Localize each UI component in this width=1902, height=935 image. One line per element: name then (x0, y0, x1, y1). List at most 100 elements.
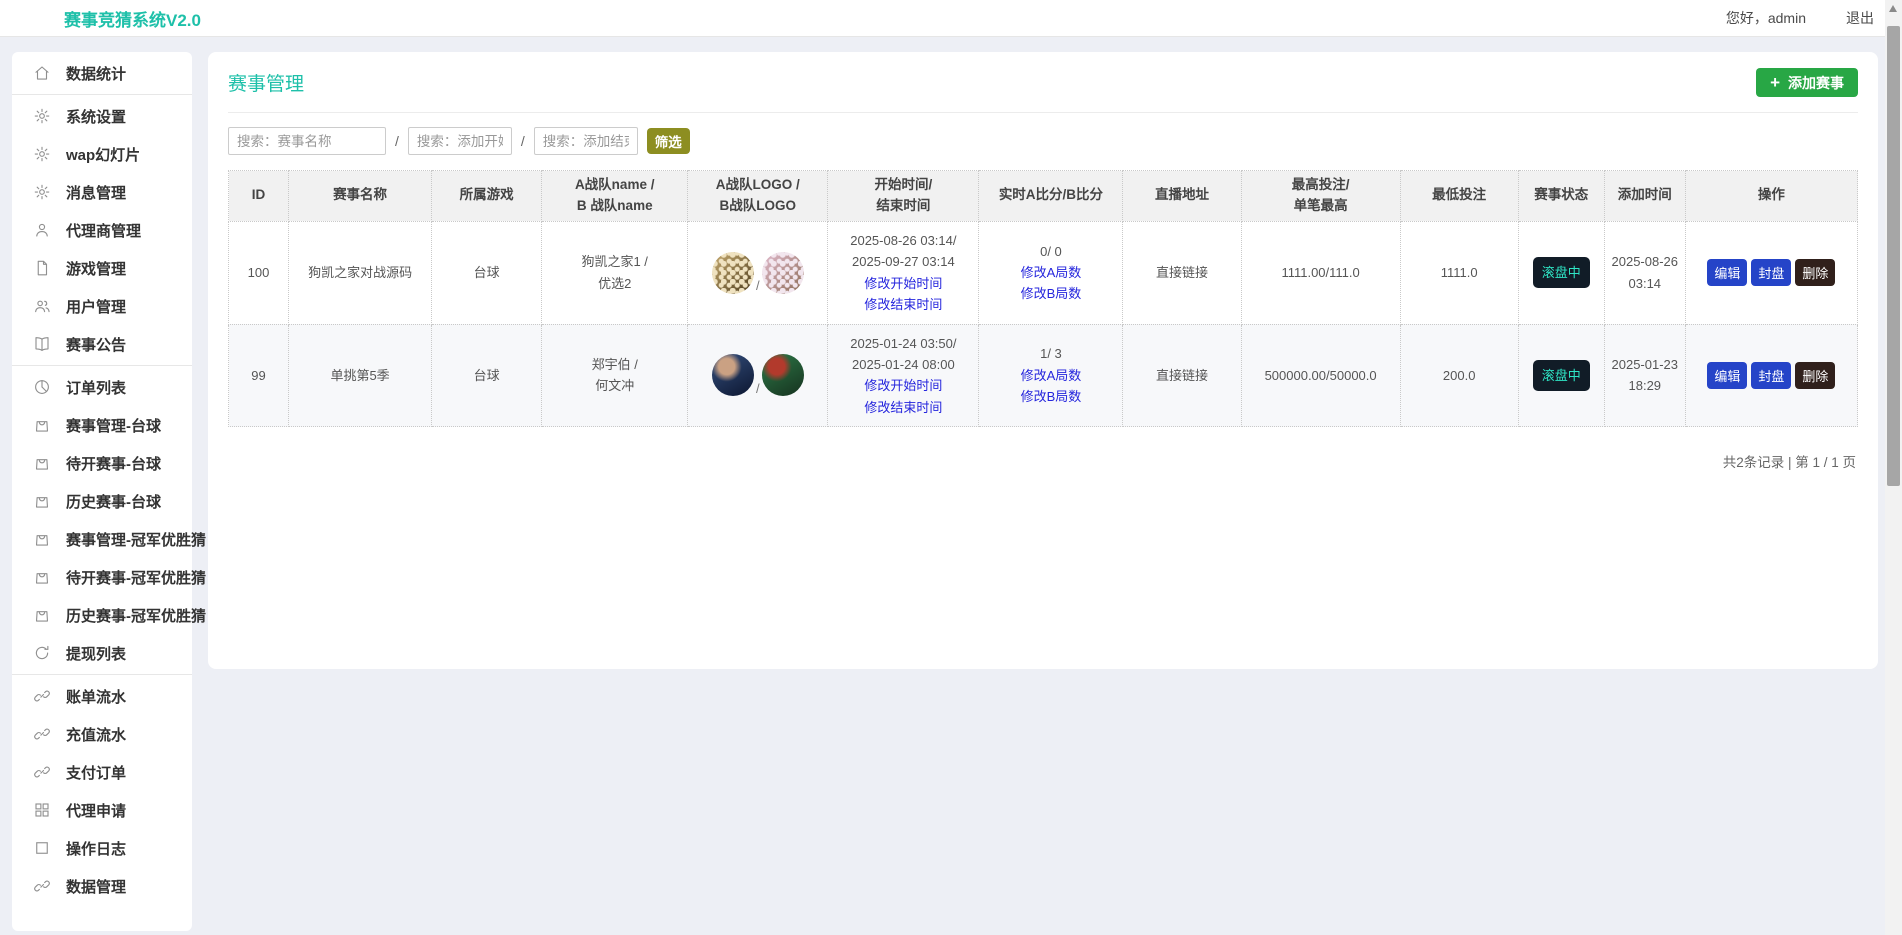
sidebar-item-2-6[interactable]: 历史赛事-冠军优胜猜 (12, 596, 192, 634)
sidebar-item-1-5[interactable]: 用户管理 (12, 287, 192, 325)
column-header: A战队LOGO /B战队LOGO (688, 171, 828, 222)
cell-match-name: 单挑第5季 (289, 324, 432, 427)
scroll-up-arrow-icon[interactable] (1889, 5, 1897, 12)
cell-score: 1/ 3修改A局数修改B局数 (979, 324, 1123, 427)
logout-link[interactable]: 退出 (1846, 8, 1874, 28)
cell-teams: 狗凯之家1 /优选2 (542, 221, 688, 324)
cell-status: 滚盘中 (1518, 221, 1604, 324)
sidebar-item-2-3[interactable]: 历史赛事-台球 (12, 482, 192, 520)
sidebar-item-1-0[interactable]: 系统设置 (12, 97, 192, 135)
sidebar-item-label: wap幻灯片 (66, 144, 140, 165)
search-start-time-input[interactable] (408, 127, 512, 155)
sidebar-item-2-1[interactable]: 赛事管理-台球 (12, 406, 192, 444)
score-value: 0/ 0 (983, 241, 1118, 262)
sidebar: 数据统计系统设置 wap幻灯片消息管理代理商管理游戏管理用户管理赛事公告订单列表赛… (12, 52, 192, 931)
delete-button[interactable]: 删除 (1795, 259, 1835, 286)
edit-b-score-link[interactable]: 修改B局数 (983, 386, 1118, 407)
sidebar-item-label: 游戏管理 (66, 258, 126, 279)
sidebar-item-1-2[interactable]: 消息管理 (12, 173, 192, 211)
bag-icon (33, 492, 51, 510)
sidebar-item-label: 赛事管理-冠军优胜猜 (66, 529, 206, 550)
column-header: 添加时间 (1604, 171, 1685, 222)
edit-button[interactable]: 编辑 (1707, 362, 1747, 389)
sidebar-item-label: 赛事管理-台球 (66, 415, 161, 436)
sidebar-item-2-4[interactable]: 赛事管理-冠军优胜猜 (12, 520, 192, 558)
edit-start-time-link[interactable]: 修改开始时间 (832, 273, 974, 294)
bag-icon (33, 568, 51, 586)
cell-min-bet: 200.0 (1400, 324, 1518, 427)
link-icon (33, 763, 51, 781)
sidebar-divider (12, 94, 192, 95)
link-icon (33, 725, 51, 743)
cell-actions: 编辑封盘删除 (1685, 324, 1857, 427)
cell-live-address[interactable]: 直接链接 (1123, 221, 1241, 324)
header-divider (228, 112, 1858, 113)
sidebar-item-label: 系统设置 (66, 106, 126, 127)
column-header: ID (229, 171, 289, 222)
sidebar-item-3-1[interactable]: 充值流水 (12, 715, 192, 753)
sidebar-item-3-4[interactable]: 操作日志 (12, 829, 192, 867)
end-time: 2025-09-27 03:14 (832, 251, 974, 272)
status-badge: 滚盘中 (1533, 257, 1590, 288)
sidebar-item-label: 订单列表 (66, 377, 126, 398)
cell-logos: / (688, 221, 828, 324)
column-header: 赛事名称 (289, 171, 432, 222)
sidebar-item-3-5[interactable]: 数据管理 (12, 867, 192, 905)
cell-live-address[interactable]: 直接链接 (1123, 324, 1241, 427)
seal-button[interactable]: 封盘 (1751, 259, 1791, 286)
sidebar-item-1-3[interactable]: 代理商管理 (12, 211, 192, 249)
cell-min-bet: 1111.0 (1400, 221, 1518, 324)
search-end-time-input[interactable] (534, 127, 638, 155)
sidebar-item-label: 历史赛事-台球 (66, 491, 161, 512)
sidebar-item-label: 操作日志 (66, 838, 126, 859)
delete-button[interactable]: 删除 (1795, 362, 1835, 389)
edit-a-score-link[interactable]: 修改A局数 (983, 365, 1118, 386)
sidebar-item-2-2[interactable]: 待开赛事-台球 (12, 444, 192, 482)
sidebar-item-1-1[interactable]: wap幻灯片 (12, 135, 192, 173)
start-time: 2025-08-26 03:14/ (832, 230, 974, 251)
sidebar-item-1-4[interactable]: 游戏管理 (12, 249, 192, 287)
filter-button[interactable]: 筛选 (647, 128, 690, 154)
gear-icon (33, 145, 51, 163)
sidebar-item-3-2[interactable]: 支付订单 (12, 753, 192, 791)
edit-a-score-link[interactable]: 修改A局数 (983, 262, 1118, 283)
edit-end-time-link[interactable]: 修改结束时间 (832, 294, 974, 315)
user-greeting: 您好，admin (1726, 8, 1806, 28)
cell-game: 台球 (432, 221, 542, 324)
seal-button[interactable]: 封盘 (1751, 362, 1791, 389)
edit-button[interactable]: 编辑 (1707, 259, 1747, 286)
team-a-logo (712, 252, 754, 294)
edit-end-time-link[interactable]: 修改结束时间 (832, 397, 974, 418)
scrollbar[interactable] (1885, 0, 1902, 935)
sidebar-item-3-3[interactable]: 代理申请 (12, 791, 192, 829)
edit-b-score-link[interactable]: 修改B局数 (983, 283, 1118, 304)
team-b-logo (762, 252, 804, 294)
cell-id: 99 (229, 324, 289, 427)
sidebar-item-2-0[interactable]: 订单列表 (12, 368, 192, 406)
sidebar-divider (12, 365, 192, 366)
sidebar-item-label: 赛事公告 (66, 334, 126, 355)
start-time: 2025-01-24 03:50/ (832, 333, 974, 354)
table-header-row: ID赛事名称所属游戏A战队name /B 战队nameA战队LOGO /B战队L… (229, 171, 1858, 222)
search-name-input[interactable] (228, 127, 386, 155)
scrollbar-thumb[interactable] (1887, 26, 1900, 486)
add-match-button[interactable]: + 添加赛事 (1756, 68, 1858, 97)
sidebar-item-2-7[interactable]: 提现列表 (12, 634, 192, 672)
edit-start-time-link[interactable]: 修改开始时间 (832, 375, 974, 396)
sidebar-item-label: 账单流水 (66, 686, 126, 707)
sidebar-item-3-0[interactable]: 账单流水 (12, 677, 192, 715)
sidebar-item-0-0[interactable]: 数据统计 (12, 54, 192, 92)
grid-icon (33, 801, 51, 819)
sidebar-item-label: 支付订单 (66, 762, 126, 783)
sidebar-item-1-6[interactable]: 赛事公告 (12, 325, 192, 363)
cell-status: 滚盘中 (1518, 324, 1604, 427)
sidebar-item-label: 待开赛事-台球 (66, 453, 161, 474)
card-header: 赛事管理 + 添加赛事 (228, 68, 1858, 97)
square-icon (33, 839, 51, 857)
cell-time: 2025-01-24 03:50/2025-01-24 08:00修改开始时间修… (828, 324, 979, 427)
cell-score: 0/ 0修改A局数修改B局数 (979, 221, 1123, 324)
team-a-name: 郑宇伯 / (546, 354, 683, 375)
sidebar-item-2-5[interactable]: 待开赛事-冠军优胜猜 (12, 558, 192, 596)
search-separator: / (395, 133, 399, 149)
link-icon (33, 687, 51, 705)
